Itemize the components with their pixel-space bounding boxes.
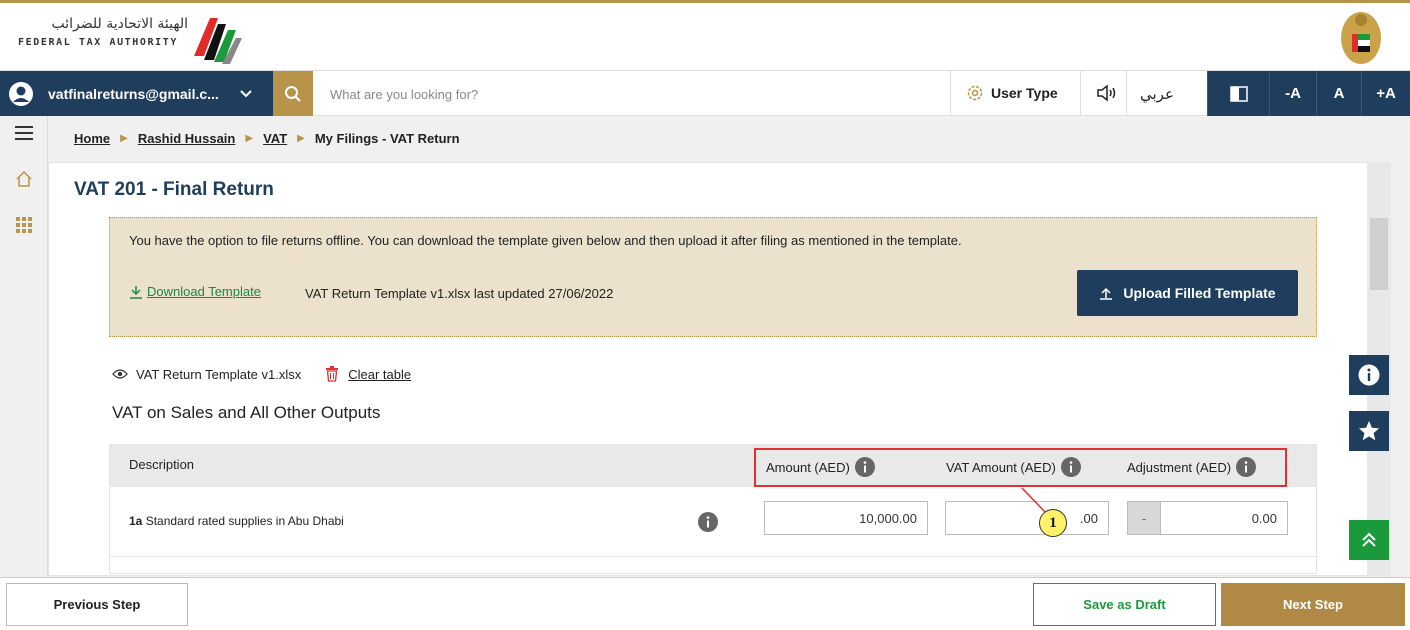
amount-input[interactable]	[764, 501, 928, 535]
offline-message: You have the option to file returns offl…	[129, 233, 962, 248]
scrollbar-thumb[interactable]	[1370, 218, 1388, 290]
site-header: الهيئة الاتحادية للضرائب FEDERAL TAX AUT…	[0, 3, 1410, 70]
contrast-toggle-button[interactable]	[1207, 71, 1269, 116]
user-avatar-icon	[9, 81, 33, 106]
header-description: Description	[129, 457, 194, 472]
download-template-link[interactable]: Download Template	[129, 284, 261, 299]
menu-icon	[15, 126, 33, 140]
adjustment-input[interactable]	[1160, 501, 1288, 535]
save-as-draft-button[interactable]: Save as Draft	[1033, 583, 1216, 626]
breadcrumb: Home ▶ Rashid Hussain ▶ VAT ▶ My Filings…	[74, 131, 460, 146]
breadcrumb-separator-icon: ▶	[297, 133, 305, 144]
nav-divider	[1080, 71, 1081, 116]
download-template-label: Download Template	[147, 284, 261, 299]
home-icon	[16, 170, 32, 187]
account-email: vatfinalreturns@gmail.c...	[48, 85, 219, 102]
nav-divider	[1126, 71, 1127, 116]
services-nav-button[interactable]	[0, 208, 48, 242]
double-chevron-up-icon	[1362, 532, 1376, 547]
font-normal-button[interactable]: A	[1316, 71, 1361, 116]
section-title: VAT on Sales and All Other Outputs	[112, 403, 381, 422]
info-float-button[interactable]	[1349, 355, 1389, 395]
page-title: VAT 201 - Final Return	[74, 179, 274, 200]
breadcrumb-separator-icon: ▶	[245, 133, 254, 144]
header-description-label: Description	[129, 457, 195, 472]
upload-icon	[1100, 287, 1113, 300]
row-description: 1a Standard rated supplies in Abu Dhabi	[129, 514, 344, 528]
clear-table-label: Clear table	[348, 366, 412, 382]
info-icon	[1358, 364, 1380, 386]
user-type-label: User Type	[991, 85, 1058, 101]
font-increase-button[interactable]: +A	[1361, 71, 1410, 116]
fta-logo-icon[interactable]	[188, 10, 246, 68]
language-toggle[interactable]: عربي	[1140, 85, 1174, 103]
chevron-down-icon	[240, 89, 252, 97]
account-menu[interactable]: vatfinalreturns@gmail.c...	[0, 71, 273, 116]
contrast-icon	[1229, 85, 1248, 102]
file-row: VAT Return Template v1.xlsx Clear table	[112, 366, 411, 382]
offline-filing-box: You have the option to file returns offl…	[109, 217, 1317, 337]
callout-marker: 1	[1039, 509, 1067, 537]
grid-icon	[16, 217, 32, 233]
row-label: Standard rated supplies in Abu Dhabi	[145, 514, 344, 528]
favorite-float-button[interactable]	[1349, 411, 1389, 451]
upload-filled-template-label: Upload Filled Template	[1123, 285, 1276, 301]
logo-arabic-text: الهيئة الاتحادية للضرائب	[51, 16, 188, 32]
search-icon	[285, 85, 301, 102]
eye-icon[interactable]	[112, 368, 128, 380]
breadcrumb-current: My Filings - VAT Return	[314, 131, 460, 146]
speaker-icon[interactable]	[1096, 84, 1118, 102]
star-icon	[1359, 421, 1379, 441]
template-info: VAT Return Template v1.xlsx last updated…	[305, 286, 614, 301]
adjustment-sign-button[interactable]: -	[1127, 501, 1161, 535]
user-type-button[interactable]: User Type	[966, 84, 1058, 102]
info-icon[interactable]	[698, 512, 718, 532]
uae-emblem-icon	[1341, 12, 1381, 64]
left-sidebar	[0, 116, 48, 576]
upload-filled-template-button[interactable]: Upload Filled Template	[1077, 270, 1298, 316]
scroll-to-top-button[interactable]	[1349, 520, 1389, 560]
breadcrumb-separator-icon: ▶	[120, 133, 128, 144]
download-icon	[130, 285, 142, 299]
top-navbar: vatfinalreturns@gmail.c... User Type عرب…	[0, 70, 1410, 116]
file-name: VAT Return Template v1.xlsx	[136, 366, 302, 382]
breadcrumb-rashid-hussain[interactable]: Rashid Hussain	[138, 131, 236, 146]
search-input[interactable]	[318, 79, 918, 109]
gear-icon	[967, 85, 983, 101]
nav-divider	[950, 71, 951, 116]
previous-step-button[interactable]: Previous Step	[6, 583, 188, 626]
trash-icon	[326, 366, 339, 382]
row-code: 1a	[129, 514, 143, 528]
vat-amount-input[interactable]	[945, 501, 1109, 535]
highlight-box	[754, 448, 1287, 487]
footer-bar: Previous Step Save as Draft Next Step	[0, 577, 1410, 630]
clear-table-button[interactable]: Clear table	[325, 366, 411, 382]
next-step-button[interactable]: Next Step	[1221, 583, 1405, 626]
breadcrumb-vat[interactable]: VAT	[263, 131, 287, 146]
breadcrumb-home[interactable]: Home	[74, 131, 110, 146]
search-button[interactable]	[273, 71, 313, 116]
table-row: 1a Standard rated supplies in Abu Dhabi …	[110, 487, 1316, 557]
logo-english-text: FEDERAL TAX AUTHORITY	[18, 37, 179, 48]
home-nav-button[interactable]	[0, 162, 48, 196]
menu-button[interactable]	[0, 116, 48, 150]
font-decrease-button[interactable]: -A	[1269, 71, 1316, 116]
